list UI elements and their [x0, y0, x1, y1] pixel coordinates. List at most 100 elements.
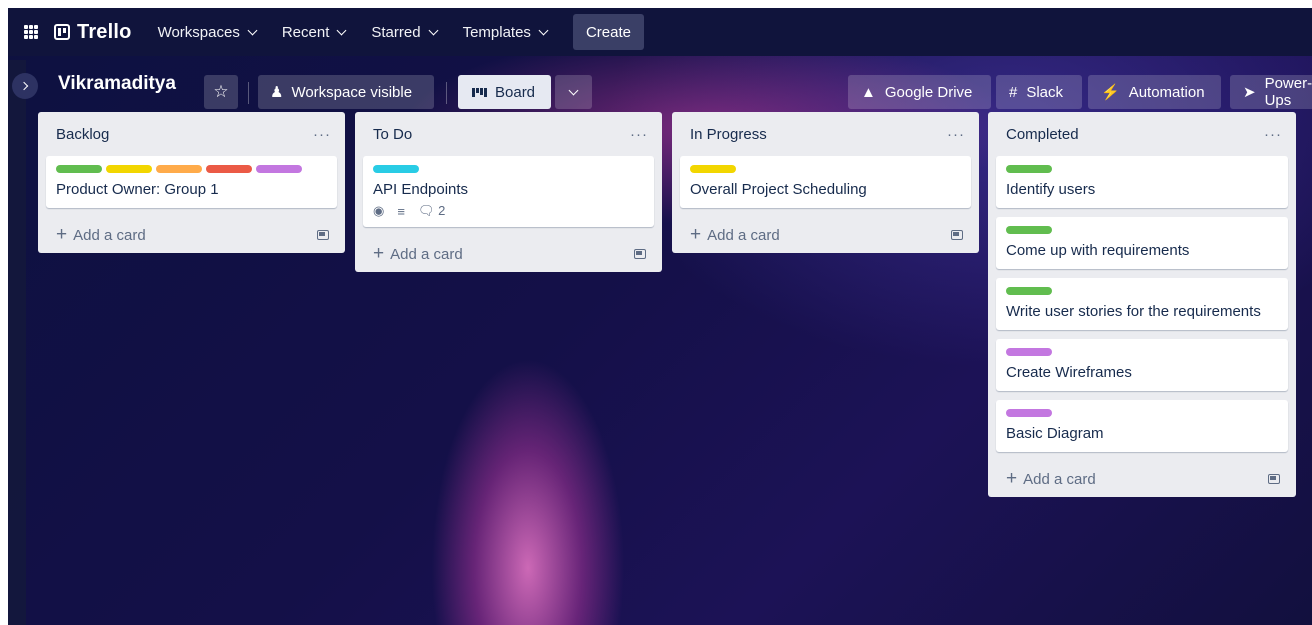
card-label[interactable] — [1006, 409, 1052, 417]
add-card-button[interactable]: + Add a card — [690, 224, 780, 246]
card-title: Overall Project Scheduling — [690, 181, 867, 198]
board-title[interactable]: Vikramaditya — [58, 73, 176, 95]
card-label[interactable] — [373, 165, 419, 173]
view-switcher-button[interactable] — [555, 75, 592, 109]
card[interactable]: Come up with requirements — [996, 217, 1288, 269]
card-title: Basic Diagram — [1006, 425, 1104, 442]
card[interactable]: Write user stories for the requirements — [996, 278, 1288, 330]
sidebar-strip — [8, 60, 26, 625]
card-label[interactable] — [1006, 348, 1052, 356]
card-label[interactable] — [1006, 287, 1052, 295]
list-header[interactable]: To Do ··· — [355, 112, 662, 156]
card-labels — [1006, 348, 1278, 356]
comments-badge: 🗨 2 — [418, 203, 445, 219]
automation-label: Automation — [1128, 83, 1205, 101]
card-label[interactable] — [206, 165, 252, 173]
nav-recent[interactable]: Recent — [282, 24, 347, 41]
google-drive-button[interactable]: ▲ Google Drive — [848, 75, 991, 109]
add-card-row: + Add a card — [355, 236, 662, 272]
card[interactable]: Create Wireframes — [996, 339, 1288, 391]
automation-bolt-icon: ⚡ — [1101, 84, 1120, 101]
workspace-visible-label: Workspace visible — [291, 83, 413, 101]
list-title[interactable]: Completed — [1006, 126, 1079, 143]
list-to-do: To Do ··· API Endpoints ◉ ≡ 🗨 2 + Add a c… — [355, 112, 662, 272]
card-labels — [690, 165, 961, 173]
expand-sidebar-button[interactable] — [12, 73, 38, 99]
add-card-button[interactable]: + Add a card — [56, 224, 146, 246]
trello-logo-text: Trello — [77, 20, 132, 43]
trello-logo[interactable]: Trello — [54, 21, 132, 44]
nav-workspaces[interactable]: Workspaces — [158, 24, 258, 41]
card-label[interactable] — [1006, 165, 1052, 173]
card-label[interactable] — [156, 165, 202, 173]
more-options-icon[interactable]: ··· — [1264, 126, 1282, 143]
card-label[interactable] — [106, 165, 152, 173]
card-title: Come up with requirements — [1006, 242, 1190, 259]
card-label[interactable] — [690, 165, 736, 173]
plus-icon: + — [690, 224, 702, 245]
card-title: Write user stories for the requirements — [1006, 303, 1261, 320]
app-switcher-icon[interactable] — [24, 25, 38, 39]
board-canvas: Trello Workspaces Recent Starred Templat… — [8, 8, 1312, 625]
add-card-row: + Add a card — [672, 217, 979, 253]
list-backlog: Backlog ··· Product Owner: Group 1 + Add … — [38, 112, 345, 253]
star-board-button[interactable]: ☆ — [204, 75, 238, 109]
list-title[interactable]: Backlog — [56, 126, 109, 143]
add-card-button[interactable]: + Add a card — [1006, 468, 1096, 490]
nav-starred-label: Starred — [371, 23, 421, 41]
create-button[interactable]: Create — [572, 14, 644, 50]
add-card-button[interactable]: + Add a card — [373, 243, 463, 265]
workspace-visible-button[interactable]: ♟ Workspace visible — [258, 75, 434, 109]
automation-button[interactable]: ⚡ Automation — [1088, 75, 1221, 109]
slack-button[interactable]: # Slack — [996, 75, 1082, 109]
list-header[interactable]: Completed ··· — [988, 112, 1296, 156]
card-template-icon[interactable] — [317, 230, 329, 240]
card-labels — [56, 165, 327, 173]
slack-label: Slack — [1026, 83, 1064, 101]
watching-eye-icon: ◉ — [373, 203, 385, 218]
card-template-icon[interactable] — [1268, 474, 1280, 484]
list-header[interactable]: In Progress ··· — [672, 112, 979, 156]
list-title[interactable]: In Progress — [690, 126, 767, 143]
people-icon: ♟ — [270, 84, 284, 101]
add-card-label: Add a card — [390, 246, 463, 263]
comment-icon: 🗨 — [417, 203, 435, 218]
card-label[interactable] — [256, 165, 302, 173]
google-drive-icon: ▲ — [861, 83, 876, 101]
card[interactable]: Identify users — [996, 156, 1288, 208]
more-options-icon[interactable]: ··· — [630, 126, 648, 143]
card-labels — [1006, 287, 1278, 295]
top-navbar: Trello Workspaces Recent Starred Templat… — [8, 8, 1312, 56]
card-template-icon[interactable] — [634, 249, 646, 259]
power-ups-button[interactable]: ➤ Power-Ups — [1230, 75, 1312, 109]
chevron-down-icon — [428, 25, 439, 35]
nav-templates[interactable]: Templates — [463, 24, 549, 41]
plus-icon: + — [56, 224, 68, 245]
card[interactable]: API Endpoints ◉ ≡ 🗨 2 — [363, 156, 654, 227]
card-template-icon[interactable] — [951, 230, 963, 240]
card-title: Identify users — [1006, 181, 1096, 198]
card[interactable]: Product Owner: Group 1 — [46, 156, 337, 208]
card-badges: ◉ ≡ 🗨 2 — [373, 203, 644, 219]
list-in-progress: In Progress ··· Overall Project Scheduli… — [672, 112, 979, 253]
list-header[interactable]: Backlog ··· — [38, 112, 345, 156]
board-view-label: Board — [495, 83, 536, 101]
star-icon: ☆ — [213, 82, 229, 101]
plus-icon: + — [373, 243, 385, 264]
more-options-icon[interactable]: ··· — [313, 126, 331, 143]
card-title: Product Owner: Group 1 — [56, 181, 219, 198]
card-label[interactable] — [56, 165, 102, 173]
add-card-label: Add a card — [73, 227, 146, 244]
chevron-down-icon — [568, 85, 579, 95]
chevron-down-icon — [336, 25, 347, 35]
board-view-button[interactable]: Board — [458, 75, 551, 109]
card-labels — [1006, 409, 1278, 417]
card-label[interactable] — [1006, 226, 1052, 234]
add-card-label: Add a card — [707, 227, 780, 244]
list-title[interactable]: To Do — [373, 126, 412, 143]
card[interactable]: Basic Diagram — [996, 400, 1288, 452]
chevron-right-icon — [19, 81, 29, 91]
more-options-icon[interactable]: ··· — [947, 126, 965, 143]
card[interactable]: Overall Project Scheduling — [680, 156, 971, 208]
nav-starred[interactable]: Starred — [371, 23, 439, 41]
